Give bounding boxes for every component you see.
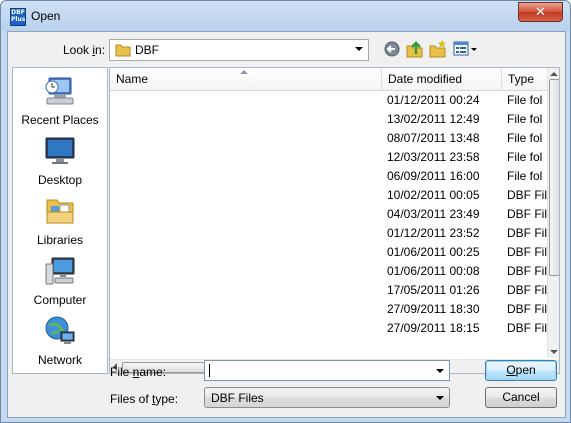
file-type: DBF Fil: [507, 321, 547, 335]
file-type-select[interactable]: DBF Files: [204, 387, 450, 408]
cancel-button[interactable]: Cancel: [485, 387, 557, 408]
file-type: DBF Fil: [507, 283, 547, 297]
file-row[interactable]: master_2.dbf01/06/2011 00:25DBF Fil: [110, 243, 547, 262]
new-folder-icon[interactable]: [429, 40, 447, 58]
app-icon: DBF Plus: [10, 8, 26, 26]
place-label: Computer: [33, 293, 87, 307]
close-icon: ✕: [535, 4, 546, 19]
look-in-combobox[interactable]: DBF: [109, 39, 369, 61]
place-network[interactable]: Network: [13, 314, 107, 367]
file-row[interactable]: master_5.dbf27/09/2011 18:30DBF Fil: [110, 300, 547, 319]
place-label: Recent Places: [21, 113, 99, 127]
scroll-up-icon[interactable]: [550, 72, 558, 76]
column-header-row: Name Date modified Type: [110, 68, 547, 91]
file-type: DBF Fil: [507, 302, 547, 316]
place-label: Desktop: [37, 173, 83, 187]
file-row[interactable]: TestImport06/09/2011 16:00File fol: [110, 167, 547, 186]
dialog-body: Look in: DBF Recent Places Desktop Libra…: [7, 31, 566, 418]
file-row[interactable]: master2.dbf27/09/2011 18:15DBF Fil: [110, 319, 547, 338]
file-row[interactable]: adlist.DBF10/02/2011 00:05DBF Fil: [110, 186, 547, 205]
network-icon: [45, 316, 75, 344]
file-type: File fol: [507, 93, 543, 107]
file-date: 17/05/2011 01:26: [387, 283, 480, 297]
file-date: 06/09/2011 16:00: [387, 169, 480, 183]
file-type: File fol: [507, 112, 543, 126]
file-date: 01/12/2011 23:52: [387, 226, 480, 240]
vertical-scrollbar[interactable]: [547, 68, 559, 358]
folder-icon: [115, 44, 131, 57]
recent-places-icon: [45, 77, 74, 105]
file-row[interactable]: DBMS01/12/2011 00:24File fol: [110, 91, 547, 110]
file-type: File fol: [507, 131, 543, 145]
place-label: Network: [37, 353, 82, 367]
file-row[interactable]: master - Copy.dbf04/03/2011 23:49DBF Fil: [110, 205, 547, 224]
file-row[interactable]: master_3.dbf01/06/2011 00:08DBF Fil: [110, 262, 547, 281]
chevron-down-icon[interactable]: [436, 369, 444, 373]
up-folder-icon[interactable]: [406, 40, 424, 58]
file-type: File fol: [507, 150, 543, 164]
column-header-type[interactable]: Type: [502, 68, 547, 90]
title-bar[interactable]: DBF Plus Open ✕: [1, 1, 570, 31]
text-caret: [209, 364, 210, 377]
file-name-label: File name:: [110, 365, 167, 379]
file-date: 04/03/2011 23:49: [387, 207, 480, 221]
file-type: DBF Fil: [507, 245, 547, 259]
chevron-down-icon[interactable]: [436, 396, 444, 400]
open-button[interactable]: Open: [485, 360, 557, 381]
file-type: DBF Fil: [507, 226, 547, 240]
file-name-input[interactable]: [204, 360, 450, 381]
vertical-scroll-thumb[interactable]: [549, 79, 559, 276]
file-list-view[interactable]: Name Date modified Type DBMS01/12/2011 0…: [109, 67, 560, 374]
file-row[interactable]: sample08/07/2011 13:48File fol: [110, 129, 547, 148]
look-in-value: DBF: [135, 43, 159, 57]
window-title: Open: [31, 9, 61, 23]
file-type: DBF Fil: [507, 207, 547, 221]
look-in-label: Look in:: [63, 43, 106, 57]
file-date: 27/09/2011 18:30: [387, 302, 480, 316]
file-rows: DBMS01/12/2011 00:24File folFoxpro13/02/…: [110, 91, 547, 338]
place-computer[interactable]: Computer: [13, 254, 107, 307]
libraries-icon: [46, 199, 74, 224]
file-date: 13/02/2011 12:49: [387, 112, 480, 126]
file-row[interactable]: master_4.dbf17/05/2011 01:26DBF Fil: [110, 281, 547, 300]
file-type: DBF Fil: [507, 188, 547, 202]
file-date: 01/06/2011 00:08: [387, 264, 480, 278]
file-type-label: Files of type:: [110, 392, 179, 406]
open-dialog-window: DBF Plus Open ✕ Look in: DBF Recent Plac…: [0, 0, 571, 423]
file-type-value: DBF Files: [211, 391, 264, 405]
file-type: File fol: [507, 169, 543, 183]
file-date: 08/07/2011 13:48: [387, 131, 480, 145]
file-date: 12/03/2011 23:58: [387, 150, 480, 164]
place-label: Libraries: [36, 233, 84, 247]
file-type: DBF Fil: [507, 264, 547, 278]
file-date: 01/06/2011 00:25: [387, 245, 480, 259]
sort-ascending-icon: [240, 70, 248, 74]
file-date: 27/09/2011 18:15: [387, 321, 480, 335]
place-desktop[interactable]: Desktop: [13, 134, 107, 187]
column-header-date[interactable]: Date modified: [382, 68, 502, 90]
file-date: 10/02/2011 00:05: [387, 188, 480, 202]
file-row[interactable]: Foxpro13/02/2011 12:49File fol: [110, 110, 547, 129]
views-menu-icon[interactable]: [453, 40, 479, 58]
desktop-icon: [45, 137, 75, 164]
place-libraries[interactable]: Libraries: [13, 194, 107, 247]
back-icon[interactable]: [383, 40, 401, 58]
file-row[interactable]: test12/03/2011 23:58File fol: [110, 148, 547, 167]
file-date: 01/12/2011 00:24: [387, 93, 480, 107]
file-row[interactable]: master.dbf01/12/2011 23:52DBF Fil: [110, 224, 547, 243]
chevron-down-icon[interactable]: [355, 47, 363, 51]
places-bar: Recent Places Desktop Libraries Computer…: [12, 67, 108, 374]
scroll-down-icon[interactable]: [550, 350, 558, 354]
close-button[interactable]: ✕: [518, 2, 563, 22]
computer-icon: [45, 257, 75, 285]
place-recent-places[interactable]: Recent Places: [13, 74, 107, 127]
